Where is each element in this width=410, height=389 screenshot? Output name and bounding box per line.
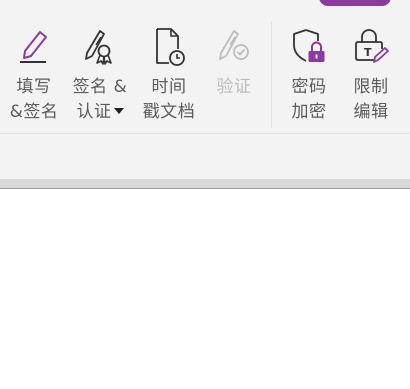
sign-certify-label-line2: 认证: [76, 102, 112, 122]
dropdown-caret-icon[interactable]: [113, 107, 124, 114]
fill-sign-label-line2: &签名: [9, 102, 59, 122]
sign-certify-label-line1: 签名 &: [72, 77, 128, 97]
ribbon-separator: [0, 133, 410, 134]
encrypt-label: 密码 加密: [279, 75, 339, 125]
restrict-edit-label-line1: 限制: [353, 77, 389, 97]
timestamp-label-line2: 戳文档: [142, 102, 196, 122]
sign-certify-label: 签名 & 认证: [70, 75, 130, 125]
ribbon-bottom-border: [0, 179, 410, 189]
timestamp-label-line1: 时间: [151, 77, 187, 97]
document-area[interactable]: [0, 189, 410, 389]
encrypt-button[interactable]: 密码 加密: [279, 0, 339, 130]
timestamp-button[interactable]: 时间 戳文档: [139, 0, 199, 130]
fill-sign-button[interactable]: 填写 &签名: [4, 0, 64, 130]
pen-check-icon: [219, 30, 249, 60]
restrict-edit-label-line2: 编辑: [353, 102, 389, 122]
sign-certify-label-line2-wrap: 认证: [70, 100, 130, 125]
sign-certify-button[interactable]: 签名 & 认证: [70, 0, 130, 130]
encrypt-label-line2: 加密: [291, 102, 327, 122]
shield-lock-icon: [293, 29, 325, 62]
verify-button[interactable]: 验证: [204, 0, 264, 130]
timestamp-label: 时间 戳文档: [139, 75, 199, 125]
group-divider: [271, 22, 272, 128]
document-clock-icon: [156, 28, 185, 66]
verify-label-line1: 验证: [216, 77, 252, 97]
fill-sign-label-line1: 填写: [16, 77, 52, 97]
lock-edit-icon: T: [355, 29, 389, 63]
fill-sign-label: 填写 &签名: [4, 75, 64, 125]
verify-label: 验证: [204, 75, 264, 100]
svg-text:T: T: [364, 46, 372, 59]
encrypt-label-line1: 密码: [291, 77, 327, 97]
pen-ribbon-icon: [85, 30, 112, 65]
restrict-edit-button[interactable]: T 限制 编辑: [341, 0, 401, 130]
protect-ribbon: 填写 &签名 签名 & 认证 时间 戳文档 验证 密码 加密 T 限制 编辑: [0, 0, 410, 181]
restrict-edit-label: 限制 编辑: [341, 75, 401, 125]
pen-underline-icon: [20, 31, 47, 63]
